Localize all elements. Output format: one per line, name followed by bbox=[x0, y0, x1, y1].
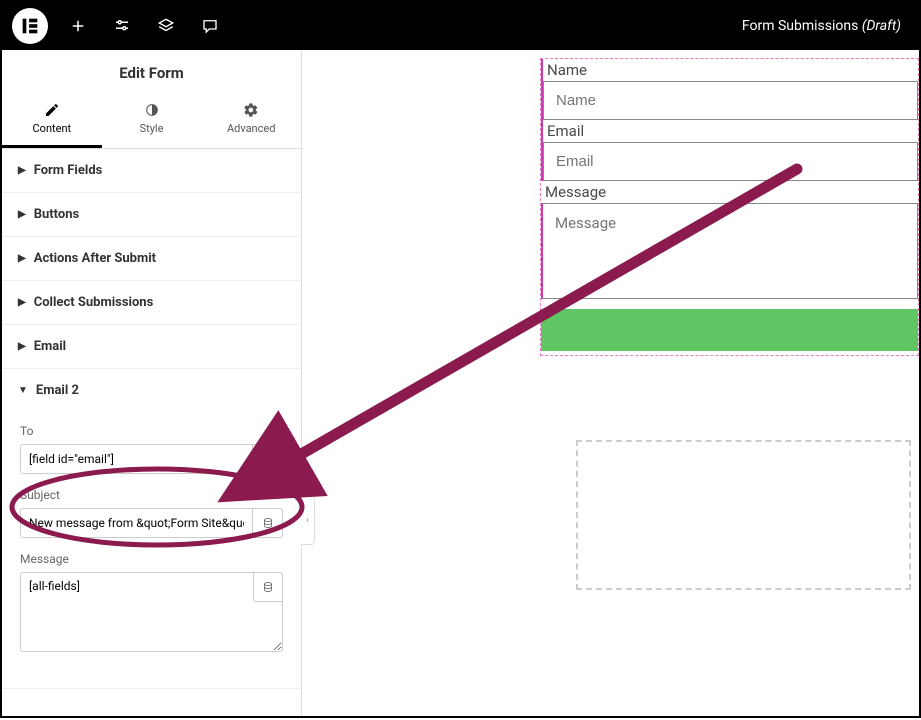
form-message-block: Message bbox=[541, 181, 918, 303]
message-field-group: Message bbox=[20, 552, 283, 656]
subject-label: Subject bbox=[20, 488, 283, 502]
database-icon bbox=[262, 581, 274, 593]
section-email2-header[interactable]: ▼ Email 2 bbox=[2, 369, 301, 412]
section-collect-header[interactable]: ▶ Collect Submissions bbox=[2, 281, 301, 324]
caret-right-icon: ▶ bbox=[18, 209, 26, 220]
chevron-left-icon: ‹ bbox=[306, 515, 309, 526]
subject-field-group: Subject bbox=[20, 488, 283, 538]
section-actions: ▶ Actions After Submit bbox=[2, 237, 301, 281]
section-buttons-header[interactable]: ▶ Buttons bbox=[2, 193, 301, 236]
message-dynamic-button[interactable] bbox=[253, 572, 283, 602]
section-email-label: Email bbox=[34, 339, 66, 354]
tab-style[interactable]: Style bbox=[102, 94, 202, 148]
to-dynamic-button[interactable] bbox=[253, 444, 283, 474]
page-title: Form Submissions (Draft) bbox=[742, 18, 909, 34]
to-field-group: To bbox=[20, 424, 283, 474]
subject-dynamic-button[interactable] bbox=[253, 508, 283, 538]
to-input[interactable] bbox=[20, 444, 253, 474]
to-input-row bbox=[20, 444, 283, 474]
layers-icon bbox=[157, 17, 175, 35]
section-email2: ▼Email 2 To Subject Me bbox=[2, 369, 301, 689]
pencil-icon bbox=[44, 102, 60, 118]
sidebar: Edit Form Content Style Advanced ▶ Form F… bbox=[2, 50, 302, 716]
section-form-fields-label: Form Fields bbox=[34, 163, 103, 178]
canvas: ‹ Name Email Message bbox=[302, 50, 919, 716]
notes-button[interactable] bbox=[188, 2, 232, 50]
title-text: Form Submissions bbox=[742, 18, 858, 34]
form-email-label: Email bbox=[543, 120, 918, 142]
section-form-fields-header[interactable]: ▶ Form Fields bbox=[2, 149, 301, 192]
form-email-block: Email bbox=[541, 120, 918, 181]
plus-icon bbox=[69, 17, 87, 35]
database-icon bbox=[262, 517, 274, 529]
form-widget[interactable]: Name Email Message bbox=[540, 58, 919, 356]
section-email: ▶ Email bbox=[2, 325, 301, 369]
form-name-label: Name bbox=[543, 59, 918, 81]
tab-content-label: Content bbox=[33, 122, 72, 135]
tab-content[interactable]: Content bbox=[2, 94, 102, 148]
sliders-icon bbox=[113, 17, 131, 35]
add-button[interactable] bbox=[56, 2, 100, 50]
topbar-left bbox=[12, 2, 232, 50]
form-name-block: Name bbox=[541, 59, 918, 120]
collapse-sidebar-handle[interactable]: ‹ bbox=[301, 495, 315, 545]
tab-advanced-label: Advanced bbox=[227, 122, 275, 135]
caret-right-icon: ▶ bbox=[18, 165, 26, 176]
tab-style-label: Style bbox=[140, 122, 164, 135]
caret-right-icon: ▶ bbox=[18, 297, 26, 308]
message-textarea[interactable] bbox=[20, 572, 283, 652]
caret-down-icon: ▼ bbox=[18, 385, 28, 396]
section-email2-body: To Subject Message bbox=[2, 412, 301, 688]
caret-right-icon: ▶ bbox=[18, 341, 26, 352]
title-suffix: (Draft) bbox=[862, 18, 901, 34]
database-icon bbox=[262, 453, 274, 465]
chat-icon bbox=[201, 17, 219, 35]
section-email-header[interactable]: ▶ Email bbox=[2, 325, 301, 368]
section-collect: ▶ Collect Submissions bbox=[2, 281, 301, 325]
message-label: Message bbox=[20, 552, 283, 566]
topbar: Form Submissions (Draft) bbox=[2, 2, 919, 50]
section-actions-label: Actions After Submit bbox=[34, 251, 156, 266]
form-email-input[interactable] bbox=[543, 142, 918, 181]
section-collect-label: Collect Submissions bbox=[34, 295, 154, 310]
form-message-input[interactable] bbox=[541, 203, 918, 299]
form-message-label: Message bbox=[541, 181, 918, 203]
main: Edit Form Content Style Advanced ▶ Form F… bbox=[2, 50, 919, 716]
sidebar-title: Edit Form bbox=[2, 50, 301, 94]
section-email2-label: Email 2 bbox=[36, 383, 79, 398]
tab-advanced[interactable]: Advanced bbox=[201, 94, 301, 148]
to-label: To bbox=[20, 424, 283, 438]
tabs: Content Style Advanced bbox=[2, 94, 301, 149]
elementor-logo-icon bbox=[19, 15, 41, 37]
section-buttons-label: Buttons bbox=[34, 207, 80, 222]
elementor-logo[interactable] bbox=[12, 8, 48, 44]
section-actions-header[interactable]: ▶ Actions After Submit bbox=[2, 237, 301, 280]
form-submit-button[interactable] bbox=[541, 309, 918, 351]
form-name-input[interactable] bbox=[543, 81, 918, 120]
message-textarea-row bbox=[20, 572, 283, 656]
section-form-fields: ▶ Form Fields bbox=[2, 149, 301, 193]
subject-input[interactable] bbox=[20, 508, 253, 538]
caret-right-icon: ▶ bbox=[18, 253, 26, 264]
dropzone[interactable] bbox=[576, 440, 911, 590]
section-buttons: ▶ Buttons bbox=[2, 193, 301, 237]
gear-icon bbox=[243, 102, 259, 118]
settings-button[interactable] bbox=[100, 2, 144, 50]
contrast-icon bbox=[144, 102, 160, 118]
subject-input-row bbox=[20, 508, 283, 538]
structure-button[interactable] bbox=[144, 2, 188, 50]
